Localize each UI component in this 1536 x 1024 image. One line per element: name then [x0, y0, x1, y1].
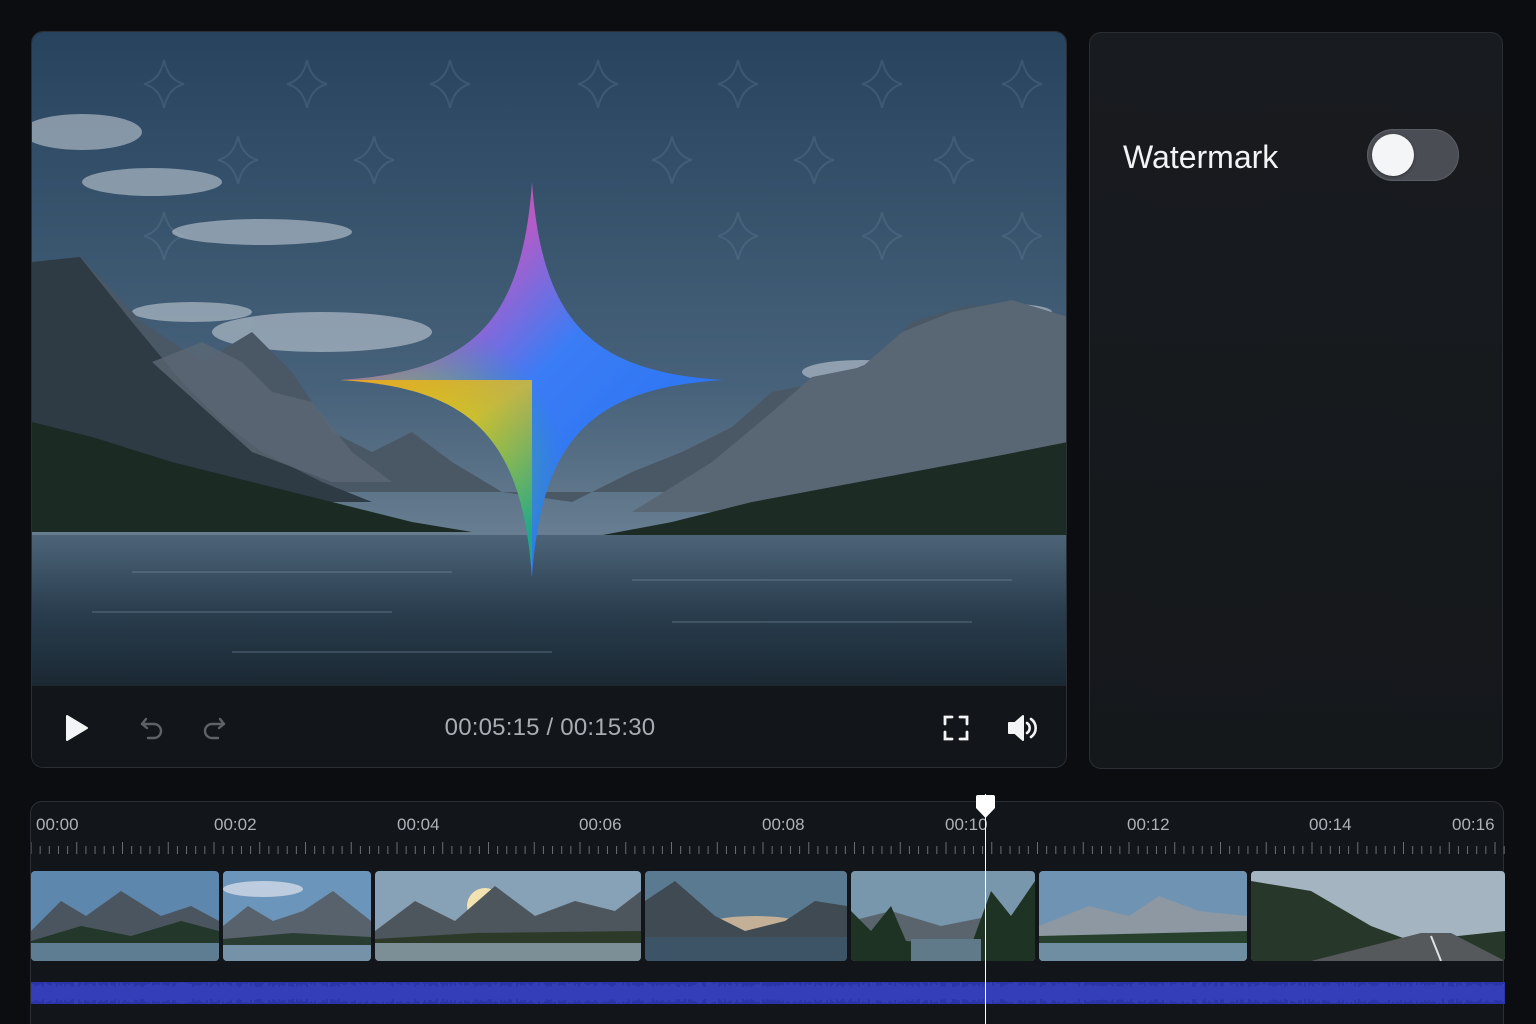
video-clip[interactable] [223, 871, 371, 961]
watermark-toggle[interactable] [1367, 129, 1459, 181]
tick-label: 00:08 [762, 815, 805, 834]
video-clip[interactable] [851, 871, 1035, 961]
playhead-handle[interactable] [975, 794, 996, 820]
watermark-toggle-knob [1372, 134, 1414, 176]
fullscreen-icon [943, 715, 969, 741]
tick-label: 00:04 [397, 815, 440, 834]
clip-thumbnail [851, 871, 1035, 961]
tick-label: 00:14 [1309, 815, 1352, 834]
video-clip[interactable] [1251, 871, 1505, 961]
preview-frame [32, 32, 1066, 685]
video-clip[interactable] [645, 871, 847, 961]
clip-thumbnail [645, 871, 847, 961]
video-clip[interactable] [31, 871, 219, 961]
time-separator: / [539, 714, 561, 741]
tick-label: 00:12 [1127, 815, 1170, 834]
player-controls: 00:05:15 / 00:15:30 [32, 685, 1066, 767]
video-viewport[interactable] [32, 32, 1066, 685]
audio-track-waveform[interactable] [31, 978, 1505, 1008]
properties-panel: Watermark [1089, 32, 1503, 769]
tick-label: 00:16 [1452, 815, 1495, 834]
volume-icon [1008, 715, 1037, 741]
video-clip[interactable] [375, 871, 641, 961]
clip-thumbnail [375, 871, 641, 961]
fullscreen-button[interactable] [938, 710, 974, 746]
timeline-ruler[interactable] [31, 842, 1505, 854]
clip-thumbnail [223, 871, 371, 961]
video-preview-panel: 00:05:15 / 00:15:30 [31, 31, 1067, 768]
audio-wave-band [31, 982, 1505, 1004]
watermark-label: Watermark [1123, 139, 1279, 175]
clip-thumbnail [31, 871, 219, 961]
clip-thumbnail [1251, 871, 1505, 961]
clip-thumbnail [1039, 871, 1247, 961]
time-current: 00:05:15 [444, 714, 540, 741]
tick-label: 00:02 [214, 815, 257, 834]
time-total: 00:15:30 [560, 714, 656, 741]
timecode: 00:05:15 / 00:15:30 [32, 714, 1066, 742]
timeline: 00:00 00:02 00:04 00:06 00:08 00:10 00:1… [30, 794, 1505, 1024]
tick-label: 00:06 [579, 815, 622, 834]
video-clip[interactable] [1039, 871, 1247, 961]
video-track [31, 871, 1505, 961]
volume-button[interactable] [1005, 710, 1041, 746]
tick-label: 00:00 [36, 815, 79, 834]
